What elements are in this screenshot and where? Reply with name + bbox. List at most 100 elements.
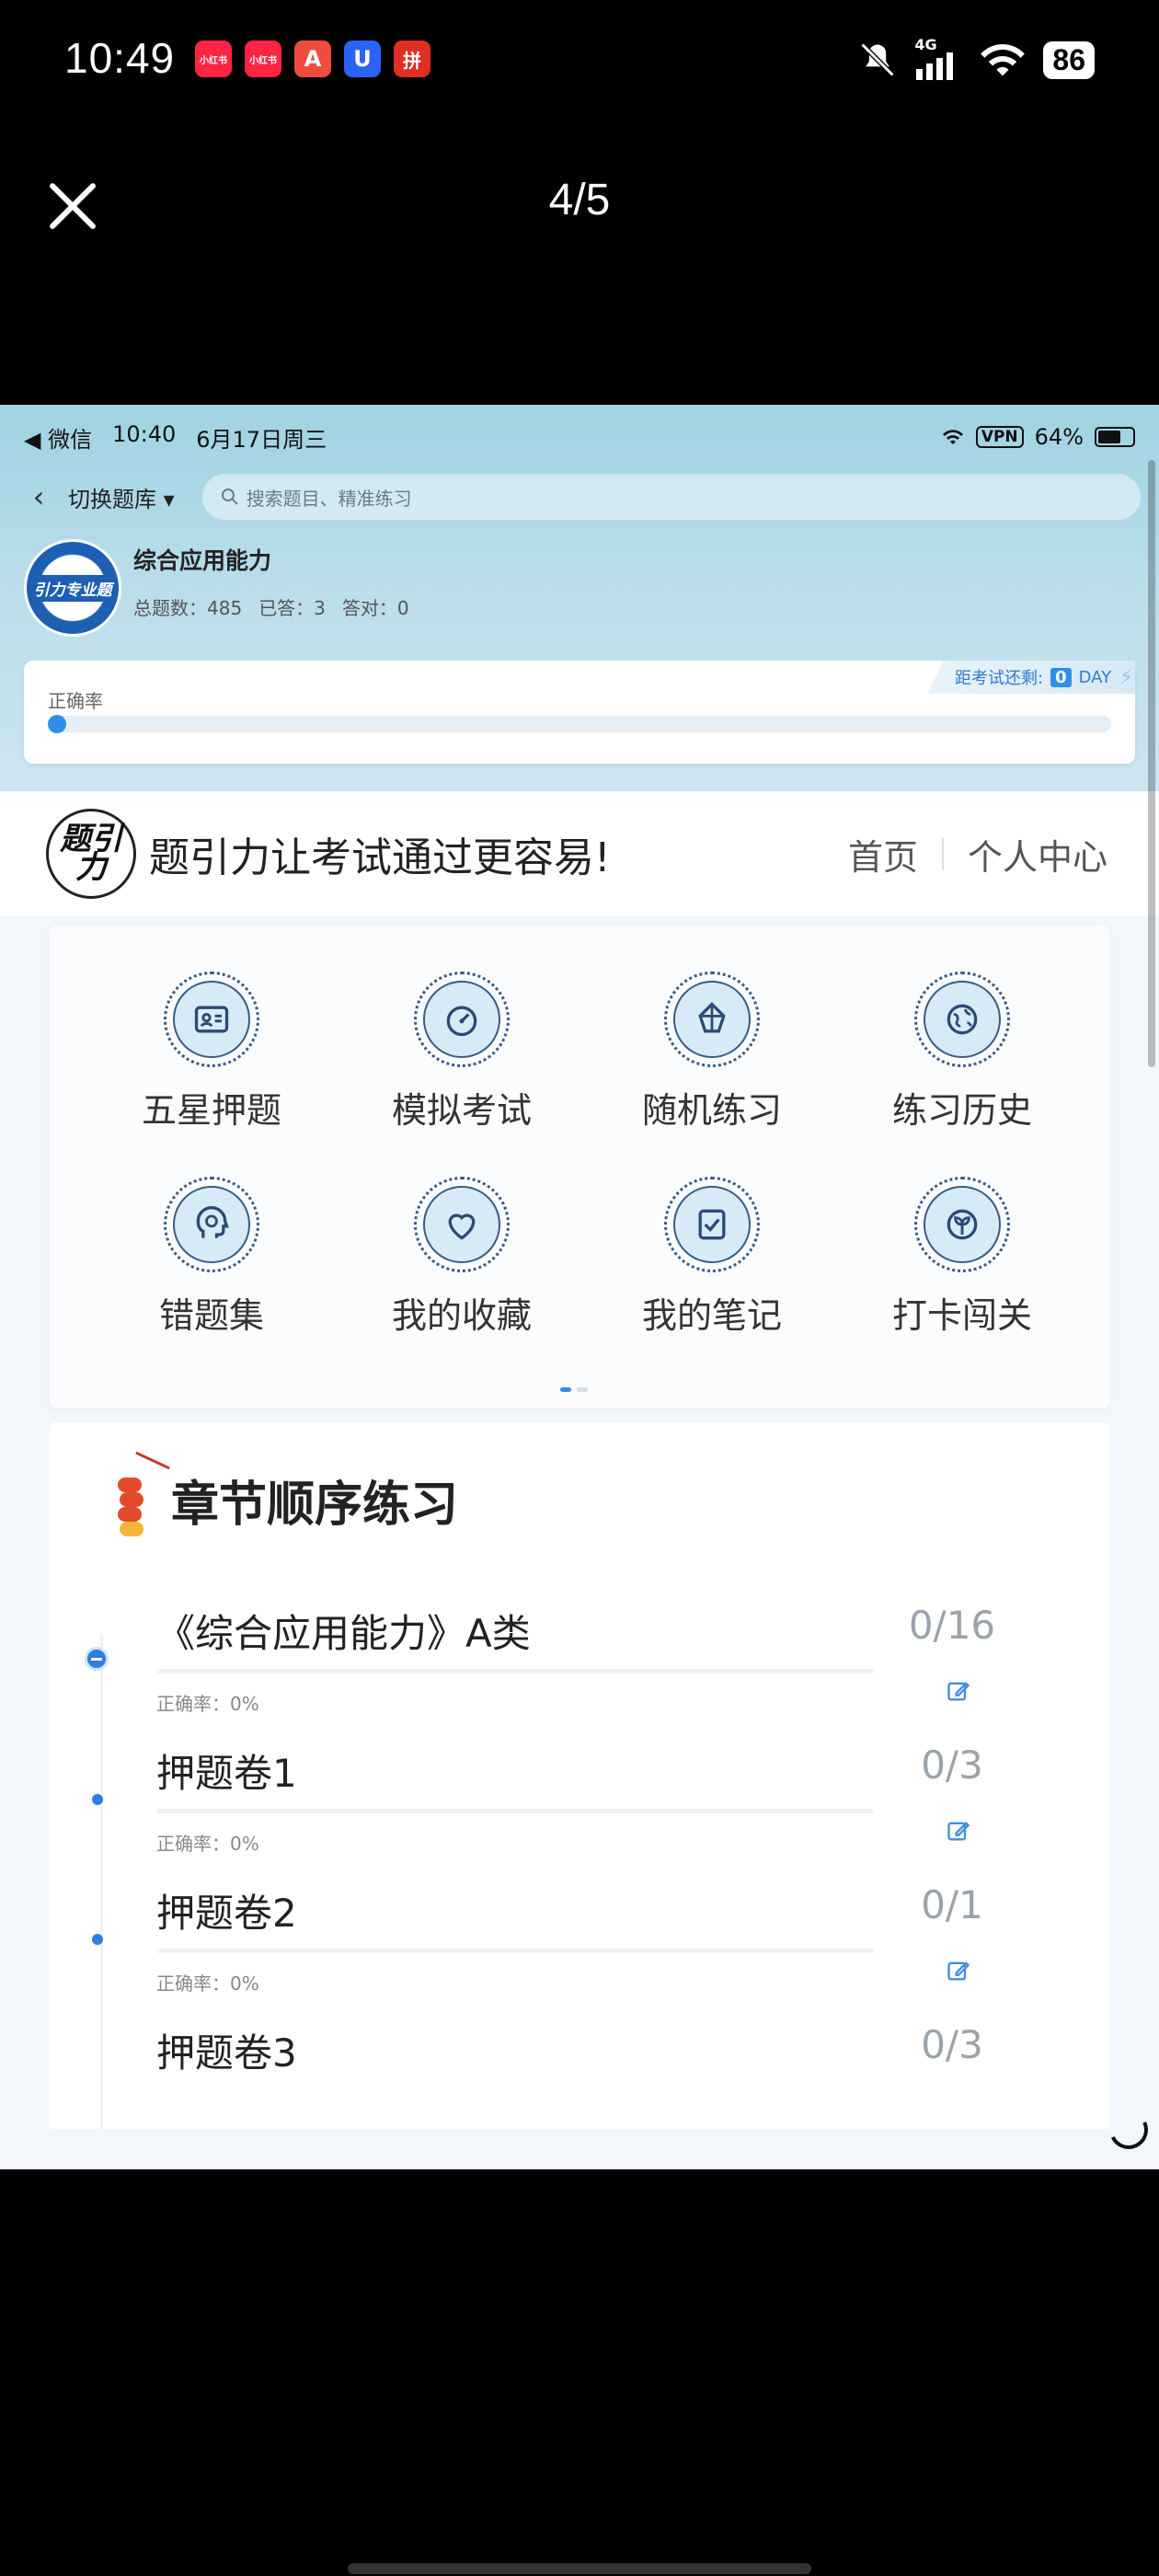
feature-mock-exam[interactable]: 模拟考试 [337,972,587,1133]
home-indicator[interactable] [348,2563,811,2574]
feature-notes[interactable]: 我的笔记 [587,1177,837,1338]
chapter-count: 0/16 [908,1603,996,1648]
chapter-count: 0/1 [921,1882,983,1927]
chapter-name: 押题卷1 [156,1751,297,1796]
feature-label: 打卡闯关 [891,1295,1032,1336]
chapter-progress-bar [156,1669,874,1673]
chapter-accuracy: 正确率：0% [156,1972,259,1995]
feature-label: 练习历史 [891,1090,1032,1131]
battery-level: 86 [1043,40,1095,79]
chapter-item[interactable]: 《综合应用能力》A类 正确率：0% 0/16 [85,1603,1067,1742]
xiaohongshu-notification-icon: 小红书 [245,40,281,77]
inner-battery-percent: 64% [1034,424,1084,450]
wifi-icon [942,430,963,444]
accuracy-card: 距考试还剩: 0 DAY ⚡ 正确率 [24,661,1135,764]
app-notification-icon: U [344,40,381,77]
back-to-wechat: ◀ 微信 [24,426,93,453]
system-time: 10:49 [64,34,176,82]
speedometer-icon [446,1006,477,1037]
edit-icon[interactable] [946,1818,971,1844]
feature-wrong-questions[interactable]: 错题集 [86,1177,337,1338]
note-check-icon [698,1209,726,1240]
wifi-icon [981,44,1026,76]
accuracy-progress-handle [48,715,66,733]
total-questions: 总题数：485 [133,597,243,619]
shuffle-icon [698,1002,726,1033]
exam-countdown: 距考试还剩: 0 DAY ⚡ [927,661,1135,694]
system-status-bar: 10:49 小红书 小红书 A U 拼 4G 86 [0,0,1159,129]
bank-logo: 引力专业题 [24,539,121,637]
feature-label: 错题集 [158,1295,264,1336]
pager-dot-active [560,1387,571,1392]
chapter-item[interactable]: 押题卷1 正确率：0% 0/3 [92,1742,1067,1882]
chapter-practice-card: 章节顺序练习 《综合应用能力》A类 正确率：0% 0/16 押题卷1 正确率：0… [50,1422,1109,2169]
timeline-line [100,1634,103,2169]
bottom-fade [0,2129,1159,2169]
edit-icon[interactable] [946,1958,971,1984]
chapter-name: 押题卷2 [156,1891,297,1936]
battery-icon [1095,427,1135,447]
accuracy-progress-bar [48,715,1111,733]
chapter-count: 0/3 [921,2022,983,2067]
inner-date: 6月17日周三 [196,426,327,453]
feature-grid-card: 五星押题 模拟考试 随机练习 练习历史 错题集 我的收藏 我的笔记 打卡闯关 [50,926,1109,1408]
vpn-badge: VPN [975,426,1024,448]
search-input[interactable]: 搜索题目、精准练习 [201,474,1141,520]
feature-label: 我的收藏 [391,1295,532,1336]
id-card-icon [194,1006,229,1033]
chapter-progress-bar [156,1949,874,1953]
timeline-dot [92,1794,103,1805]
feature-label: 五星押题 [141,1090,281,1131]
cellular-signal-icon: 4G [914,36,962,80]
globe-icon [947,1004,978,1035]
caret-down-icon: ▾ [163,486,175,512]
feature-random-practice[interactable]: 随机练习 [587,972,837,1133]
brand-logo: 题引力 [46,809,136,899]
collapse-icon[interactable] [85,1647,109,1671]
feature-checkin[interactable]: 打卡闯关 [837,1177,1087,1338]
firecracker-icon [107,1451,170,1540]
search-placeholder: 搜索题目、精准练习 [246,487,412,510]
inner-time: 10:40 [112,420,177,447]
feature-label: 我的笔记 [641,1295,782,1336]
chapter-accuracy: 正确率：0% [156,1833,259,1855]
feature-favorites[interactable]: 我的收藏 [337,1177,587,1338]
search-icon [221,489,238,505]
pager-dot [577,1387,588,1392]
edit-icon[interactable] [946,1678,971,1704]
chapter-count: 0/3 [921,1742,983,1788]
switch-bank-dropdown[interactable]: 切换题库 ▾ [68,481,175,513]
feature-label: 随机练习 [641,1090,782,1131]
head-icon [196,1206,229,1238]
answered-count: 已答：3 [258,597,326,619]
lightning-icon: ⚡ [1119,664,1134,690]
mute-bell-icon [860,42,895,77]
feature-five-star[interactable]: 五星押题 [86,972,337,1133]
back-chevron-icon[interactable]: ‹ [18,477,59,517]
nav-home-link[interactable]: 首页 [848,829,918,880]
chapter-progress-bar [156,1809,874,1813]
chapter-name: 押题卷3 [156,2030,297,2076]
top-nav: ‹ 切换题库 ▾ 搜索题目、精准练习 [18,469,1141,524]
chapter-section-title: 章节顺序练习 [171,1477,459,1533]
feature-label: 模拟考试 [391,1090,532,1131]
feature-history[interactable]: 练习历史 [837,972,1087,1133]
chapter-accuracy: 正确率：0% [156,1693,259,1715]
correct-count: 答对：0 [341,597,409,619]
xiaohongshu-notification-icon: 小红书 [195,40,232,77]
nav-profile-link[interactable]: 个人中心 [968,829,1107,880]
screenshot-image: ◀ 微信 10:40 6月17日周三 VPN 64% ‹ 切换题库 ▾ 搜索题目… [0,405,1159,2169]
image-counter: 4/5 [548,176,611,224]
bank-title: 综合应用能力 [133,547,272,574]
accuracy-label: 正确率 [48,690,103,712]
sprout-icon [947,1209,978,1240]
chapter-item[interactable]: 押题卷2 正确率：0% 0/1 [92,1882,1067,2022]
nav-divider [941,838,944,869]
brand-bar: 题引力 题引力让考试通过更容易! 首页 个人中心 [0,791,1159,916]
inner-status-bar: ◀ 微信 10:40 6月17日周三 VPN 64% [24,414,1135,460]
heart-icon [448,1213,476,1240]
pinduoduo-notification-icon: 拼 [394,40,430,77]
grid-pager [560,1387,588,1392]
scrollbar[interactable] [1148,460,1155,1067]
brand-slogan: 题引力让考试通过更容易! [149,834,611,881]
